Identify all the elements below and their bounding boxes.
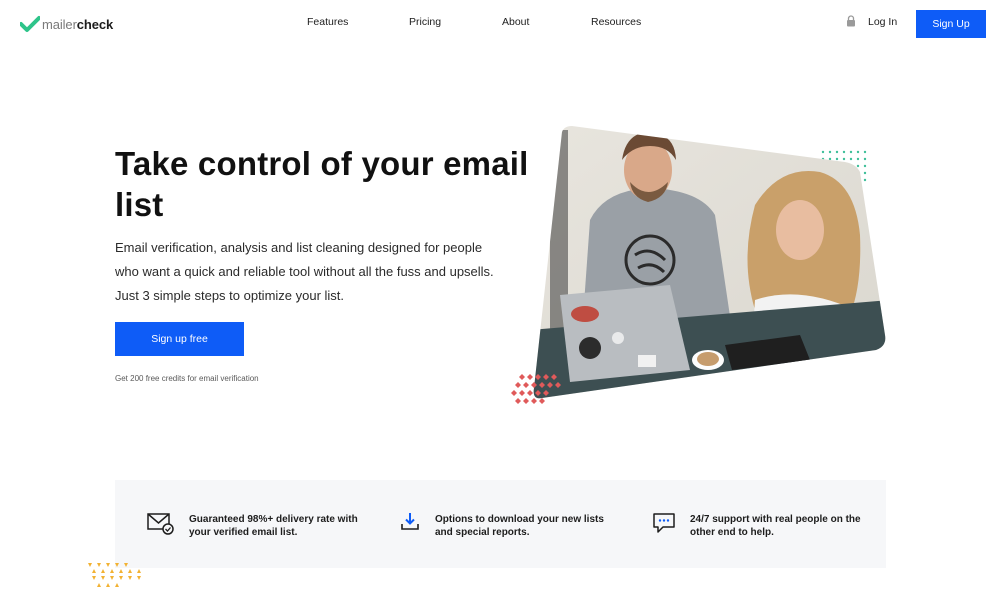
feature-text-support: 24/7 support with real people on the oth… — [690, 514, 861, 538]
signup-free-button[interactable]: Sign up free — [115, 322, 244, 356]
login-link[interactable]: Log In — [868, 16, 897, 28]
chat-bubble-icon — [653, 513, 675, 533]
envelope-check-icon — [147, 513, 174, 535]
checkmark-logo-icon — [20, 16, 40, 32]
feature-text-download: Options to download your new lists and s… — [435, 514, 604, 538]
feature-text-delivery: Guaranteed 98%+ delivery rate with your … — [189, 514, 358, 538]
nav-pricing[interactable]: Pricing — [409, 16, 441, 28]
free-credits-note: Get 200 free credits for email verificat… — [115, 374, 259, 383]
yellow-triangles-decoration — [88, 563, 141, 587]
nav-features[interactable]: Features — [307, 16, 348, 28]
hero-photo — [511, 126, 886, 404]
signup-button[interactable]: Sign Up — [916, 10, 986, 38]
logo-text: mailercheck — [42, 16, 114, 32]
download-icon — [401, 513, 419, 530]
site-header: mailercheck Features Pricing About Resou… — [0, 0, 1000, 48]
hero-title: Take control of your email list — [115, 145, 529, 223]
hero-description: Email verification, analysis and list cl… — [115, 240, 494, 303]
mailercheck-logo[interactable]: mailercheck — [20, 14, 113, 34]
nav-resources[interactable]: Resources — [591, 16, 641, 28]
lock-icon — [847, 15, 855, 27]
features-strip: Guaranteed 98%+ delivery rate with your … — [115, 480, 886, 568]
nav-about[interactable]: About — [502, 16, 529, 28]
